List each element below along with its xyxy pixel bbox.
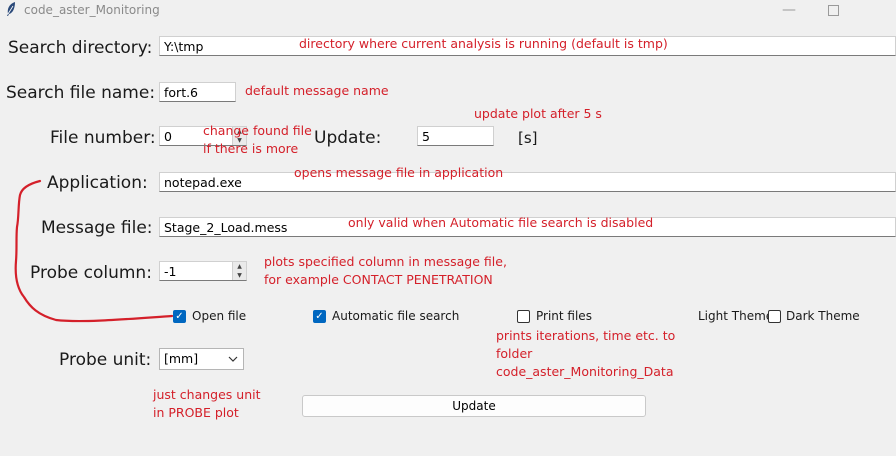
spin-up-icon[interactable]: ▲	[232, 262, 246, 271]
application-input[interactable]: notepad.exe	[159, 172, 896, 192]
annotation-plots-2: for example CONTACT PENETRATION	[264, 272, 493, 287]
probe-column-label: Probe column:	[30, 263, 152, 283]
annotation-plots-1: plots specified column in message file,	[264, 254, 507, 269]
print-files-checkbox[interactable]	[517, 309, 530, 323]
open-file-label: Open file	[192, 309, 247, 323]
light-theme-label: Light Theme	[698, 309, 774, 323]
maximize-icon	[827, 4, 839, 16]
annotation-update-plot: update plot after 5 s	[474, 106, 602, 121]
file-number-label: File number:	[50, 128, 156, 148]
annotation-default-message: default message name	[245, 83, 389, 98]
message-file-label: Message file:	[41, 218, 153, 238]
annotation-prints-2: folder	[496, 346, 533, 361]
annotation-only-valid: only valid when Automatic file search is…	[348, 215, 654, 230]
automatic-file-search-checkbox-row[interactable]: ✓ Automatic file search	[313, 309, 459, 323]
dark-theme-checkbox-row[interactable]: Dark Theme	[768, 309, 860, 323]
print-files-checkbox-row[interactable]: Print files	[517, 309, 592, 323]
dark-theme-checkbox[interactable]	[768, 309, 781, 323]
check-icon: ✓	[315, 310, 324, 322]
probe-unit-select[interactable]: [mm]	[159, 348, 244, 370]
annotation-directory: directory where current analysis is runn…	[299, 36, 668, 51]
minimize-button[interactable]: —	[766, 0, 812, 20]
maximize-button[interactable]	[810, 0, 856, 20]
open-file-checkbox-row[interactable]: ✓ Open file	[173, 309, 246, 323]
dark-theme-label: Dark Theme	[786, 309, 860, 323]
print-files-label: Print files	[536, 309, 592, 323]
feather-icon	[7, 2, 15, 16]
annotation-change-found-1: change found file	[203, 123, 312, 138]
probe-column-value: -1	[164, 264, 177, 279]
annotation-bracket	[14, 179, 174, 323]
automatic-file-search-label: Automatic file search	[332, 309, 460, 323]
update-unit-label: [s]	[518, 129, 538, 147]
automatic-file-search-checkbox[interactable]: ✓	[313, 309, 326, 323]
annotation-opens-message: opens message file in application	[294, 165, 504, 180]
search-directory-label: Search directory:	[8, 38, 153, 58]
open-file-checkbox[interactable]: ✓	[173, 309, 186, 323]
chevron-down-icon	[228, 356, 238, 362]
minimize-icon: —	[782, 2, 796, 18]
annotation-unit-1: just changes unit	[153, 387, 261, 402]
search-file-name-input[interactable]: fort.6	[159, 82, 236, 102]
spin-down-icon[interactable]: ▼	[232, 271, 246, 280]
probe-unit-label: Probe unit:	[59, 350, 152, 370]
annotation-prints-1: prints iterations, time etc. to	[496, 328, 676, 343]
annotation-unit-2: in PROBE plot	[153, 405, 239, 420]
annotation-prints-3: code_aster_Monitoring_Data	[496, 364, 674, 379]
update-button[interactable]: Update	[302, 395, 646, 417]
file-number-value: 0	[164, 129, 172, 144]
application-label: Application:	[47, 173, 148, 193]
window-title: code_aster_Monitoring	[24, 3, 160, 17]
update-label: Update:	[314, 128, 382, 148]
probe-column-spinbox[interactable]: -1 ▲ ▼	[159, 261, 247, 281]
search-file-name-label: Search file name:	[6, 83, 156, 103]
annotation-change-found-2: if there is more	[203, 141, 299, 156]
update-interval-input[interactable]: 5	[417, 126, 494, 146]
check-icon: ✓	[175, 310, 184, 322]
probe-unit-value: [mm]	[164, 351, 199, 366]
